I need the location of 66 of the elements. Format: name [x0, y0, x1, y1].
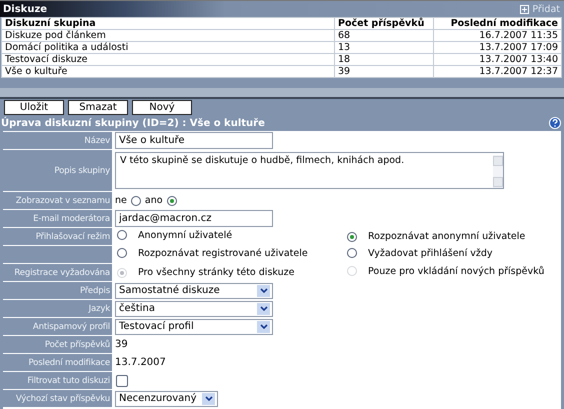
radio-button[interactable]	[347, 232, 357, 242]
text-area[interactable]: V této skupině se diskutuje o hudbě, filmech, knihách apod.	[115, 152, 504, 189]
dropdown-value: Necenzurovaný	[119, 393, 197, 404]
action-button[interactable]: Smazat	[68, 100, 128, 115]
table-cell: Testovací diskuze	[2, 54, 334, 66]
radio-button[interactable]	[117, 230, 127, 240]
chevron-down-icon	[256, 302, 271, 316]
radio-label: Pouze pro vkládání nových příspěvků	[368, 266, 544, 277]
radio-label: Vyžadovat přihlášení vždy	[368, 248, 492, 259]
table-cell: 13	[334, 42, 434, 54]
text-area-value: V této skupině se diskutuje o hudbě, filmech, knihách apod.	[120, 155, 404, 168]
chevron-down-icon	[256, 320, 271, 334]
field-label: Poslední modifikace	[3, 354, 112, 371]
field-label: Výchozí stav příspěvku	[3, 390, 112, 407]
column-header: Počet příspěvků	[334, 18, 434, 30]
radio-button[interactable]	[117, 248, 127, 258]
column-header: Poslední modifikace	[434, 18, 562, 30]
scrollbar[interactable]	[493, 155, 503, 188]
field-label: Jazyk	[3, 300, 112, 317]
table-cell: 16.7.2007 11:35	[434, 30, 562, 42]
chevron-down-icon	[256, 284, 271, 298]
dropdown-value: Testovací profil	[119, 321, 194, 332]
action-button[interactable]: Nový	[132, 100, 192, 115]
action-button[interactable]: Uložit	[4, 100, 64, 115]
field-label: Název	[3, 132, 112, 149]
field-label: Předpis	[3, 282, 112, 299]
radio-button[interactable]	[166, 196, 177, 206]
input-field[interactable]: Vše o kultuře	[115, 132, 273, 149]
field-value: 39	[115, 339, 128, 350]
field-label: Počet příspěvků	[3, 336, 112, 353]
radio-label: ne	[115, 195, 127, 206]
column-header: Diskuzní skupina	[2, 18, 334, 30]
field-label: Registrace vyžadována	[3, 264, 112, 281]
plus-icon	[520, 4, 530, 14]
dropdown[interactable]: Testovací profil	[115, 318, 273, 334]
radio-button[interactable]	[347, 248, 357, 258]
field-label: Zobrazovat v seznamu	[3, 192, 112, 209]
field-label: Přihlašovací režim	[3, 228, 112, 245]
radio-label: ano	[144, 195, 163, 206]
radio-label: Pro všechny stránky této diskuze	[138, 267, 294, 278]
field-label: Filtrovat tuto diskuzi	[3, 372, 112, 389]
table-cell: Diskuze pod článkem	[2, 30, 334, 42]
chevron-down-icon	[201, 392, 216, 406]
radio-label: Rozpoznávat registrované uživatele	[138, 248, 308, 259]
radio-label: Anonymní uživatelé	[138, 230, 232, 241]
field-label: Popis skupiny	[3, 150, 112, 191]
dropdown[interactable]: Necenzurovaný	[115, 390, 218, 406]
dropdown[interactable]: Samostatné diskuze	[115, 282, 273, 298]
input-field[interactable]: jardac@macron.cz	[115, 210, 273, 227]
panel-title: Diskuze	[3, 4, 48, 14]
dropdown-value: čeština	[119, 303, 156, 314]
radio-label: Rozpoznávat anonymní uživatele	[368, 231, 526, 242]
dropdown-value: Samostatné diskuze	[119, 285, 220, 296]
field-value: 13.7.2007	[115, 357, 166, 368]
radio-button[interactable]	[130, 196, 141, 206]
table-cell: 13.7.2007 17:09	[434, 42, 562, 54]
field-label: E-mail moderátora	[3, 210, 112, 227]
table-cell: 68	[334, 30, 434, 42]
table-cell: Domácí politika a události	[2, 42, 334, 54]
checkbox[interactable]	[116, 374, 128, 386]
table-cell: 18	[334, 54, 434, 66]
dropdown[interactable]: čeština	[115, 300, 273, 316]
table-cell: 13.7.2007 13:40	[434, 54, 562, 66]
field-label: Antispamový profil	[3, 318, 112, 335]
form-title: Úprava diskuzní skupiny (ID=2) : Vše o kultuře	[1, 118, 265, 128]
help-icon[interactable]	[549, 117, 561, 129]
